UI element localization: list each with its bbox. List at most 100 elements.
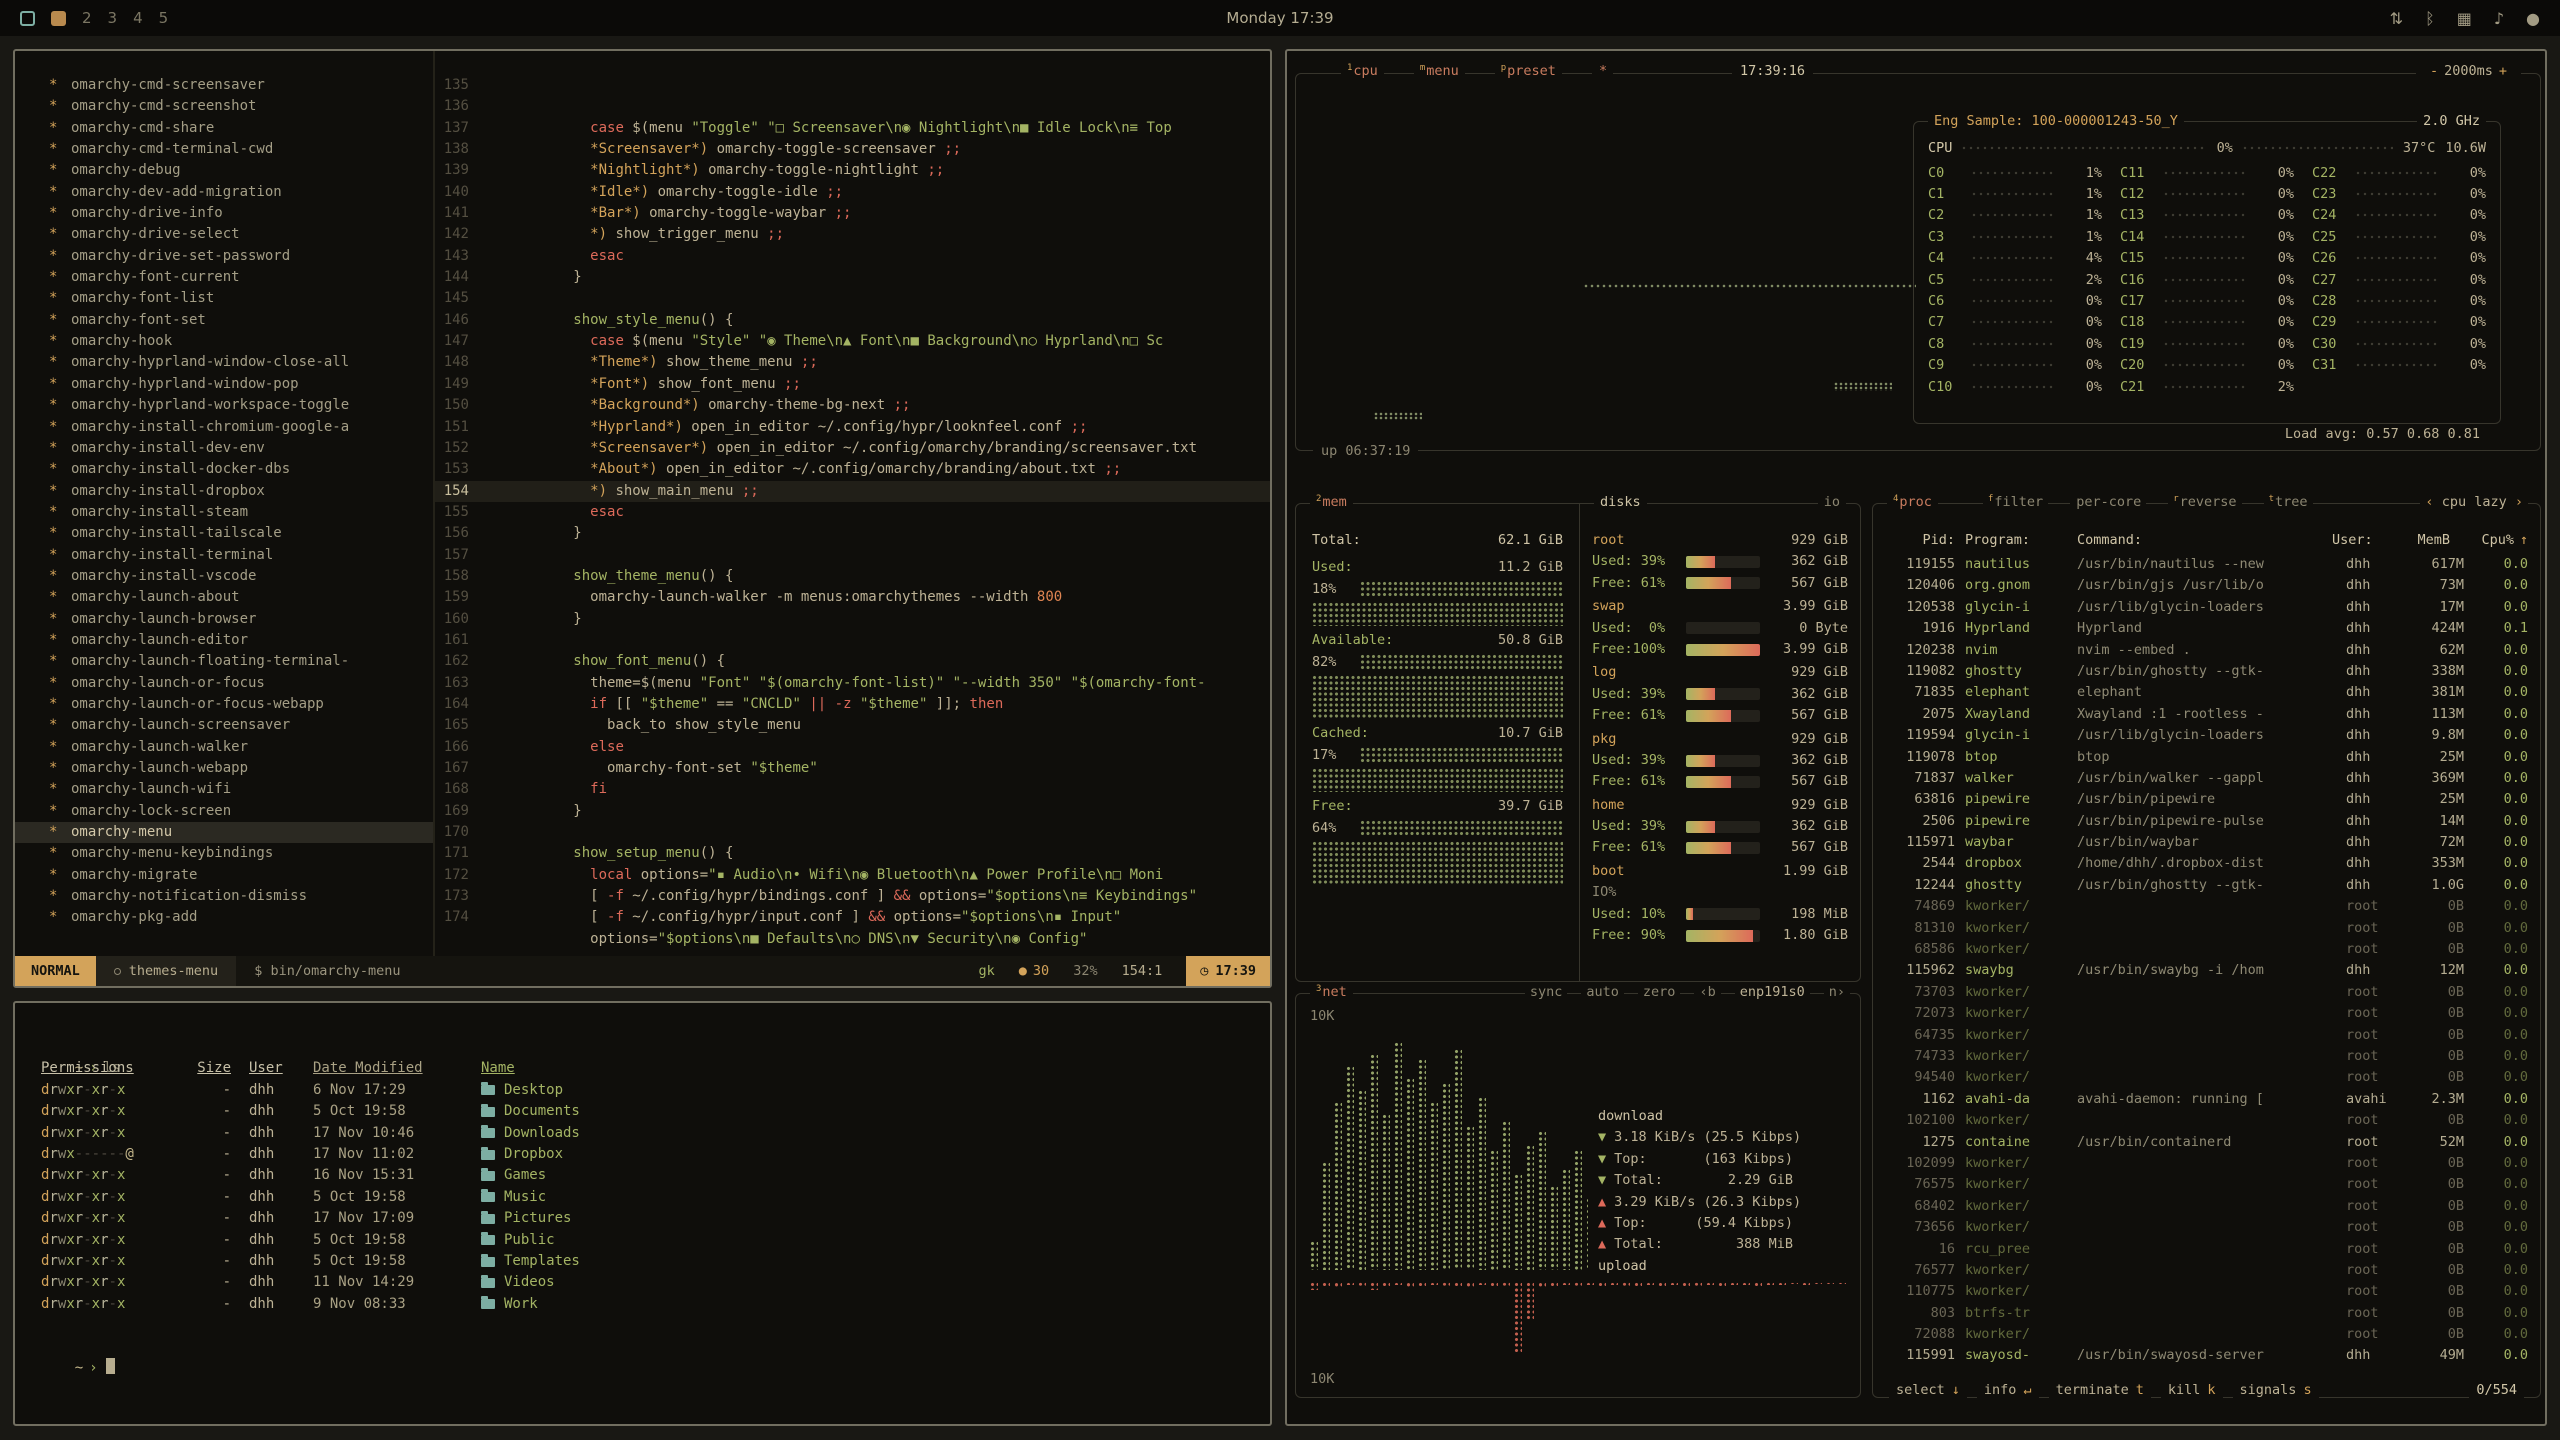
file-item[interactable]: * omarchy-cmd-share (15, 118, 433, 139)
file-item[interactable]: * omarchy-drive-set-password (15, 246, 433, 267)
file-item[interactable]: * omarchy-launch-walker (15, 737, 433, 758)
file-item[interactable]: * omarchy-install-docker-dbs (15, 459, 433, 480)
process-row[interactable]: 76577 kworker/ root 0B 0.0 (1885, 1260, 2528, 1281)
file-item[interactable]: * omarchy-launch-or-focus (15, 673, 433, 694)
btop-tab[interactable]: 1cpu (1341, 63, 1384, 79)
process-row[interactable]: 2544 dropbox /home/dhh/.dropbox-dist dhh… (1885, 853, 2528, 874)
file-item[interactable]: * omarchy-launch-about (15, 587, 433, 608)
net-auto-button[interactable]: auto (1581, 984, 1624, 1000)
process-row[interactable]: 1916 Hyprland Hyprland dhh 424M 0.1 (1885, 618, 2528, 639)
process-box-title[interactable]: 4proc (1887, 494, 1938, 510)
process-row[interactable]: 64735 kworker/ root 0B 0.0 (1885, 1025, 2528, 1046)
file-item[interactable]: * omarchy-cmd-screenshot (15, 96, 433, 117)
file-item[interactable]: * omarchy-install-dropbox (15, 481, 433, 502)
file-item[interactable]: * omarchy-launch-screensaver (15, 715, 433, 736)
io-toggle[interactable]: io (1818, 494, 1846, 510)
process-row[interactable]: 2506 pipewire /usr/bin/pipewire-pulse dh… (1885, 811, 2528, 832)
file-item[interactable]: * omarchy-hyprland-window-pop (15, 374, 433, 395)
memory-box-title[interactable]: 2mem (1310, 494, 1353, 510)
file-item[interactable]: * omarchy-menu-keybindings (15, 843, 433, 864)
process-row[interactable]: 71835 elephant elephant dhh 381M 0.0 (1885, 682, 2528, 703)
active-workspace-icon[interactable] (20, 11, 35, 26)
process-row[interactable]: 119594 glycin-i /usr/lib/glycin-loaders … (1885, 725, 2528, 746)
file-item[interactable]: * omarchy-pkg-add (15, 907, 433, 928)
process-row[interactable]: 119155 nautilus /usr/bin/nautilus --new … (1885, 554, 2528, 575)
proc-action-button[interactable]: signalss (2233, 1382, 2319, 1398)
file-item[interactable]: * omarchy-launch-browser (15, 609, 433, 630)
proc-option-button[interactable]: ffilter (1983, 494, 2048, 510)
process-row[interactable]: 81310 kworker/ root 0B 0.0 (1885, 918, 2528, 939)
file-item[interactable]: * omarchy-install-chromium-google-a (15, 417, 433, 438)
file-item[interactable]: * omarchy-menu (15, 822, 433, 843)
file-item[interactable]: * omarchy-launch-webapp (15, 758, 433, 779)
process-row[interactable]: 72088 kworker/ root 0B 0.0 (1885, 1324, 2528, 1345)
process-row[interactable]: 102100 kworker/ root 0B 0.0 (1885, 1110, 2528, 1131)
btop-tab[interactable]: mmenu (1414, 63, 1465, 79)
prompt-line-2[interactable]: ~› (41, 1336, 1244, 1357)
process-row[interactable]: 68402 kworker/ root 0B 0.0 (1885, 1196, 2528, 1217)
proc-action-button[interactable]: select↓ (1889, 1382, 1967, 1398)
display-icon[interactable]: ▦ (2457, 9, 2472, 28)
workspace-number[interactable]: 4 (133, 9, 143, 27)
power-icon[interactable]: ● (2526, 9, 2540, 28)
proc-action-button[interactable]: killk (2161, 1382, 2223, 1398)
process-row[interactable]: 120238 nvim nvim --embed . dhh 62M 0.0 (1885, 640, 2528, 661)
file-item[interactable]: * omarchy-debug (15, 160, 433, 181)
sort-selector[interactable]: ‹ cpu lazy › (2420, 494, 2528, 510)
process-row[interactable]: 73703 kworker/ root 0B 0.0 (1885, 982, 2528, 1003)
process-row[interactable]: 94540 kworker/ root 0B 0.0 (1885, 1067, 2528, 1088)
net-zero-button[interactable]: zero (1638, 984, 1681, 1000)
process-row[interactable]: 2075 Xwayland Xwayland :1 -rootless - dh… (1885, 704, 2528, 725)
proc-option-button[interactable]: ttree (2264, 494, 2313, 510)
file-item[interactable]: * omarchy-cmd-terminal-cwd (15, 139, 433, 160)
process-row[interactable]: 63816 pipewire /usr/bin/pipewire dhh 25M… (1885, 789, 2528, 810)
process-row[interactable]: 119078 btop btop dhh 25M 0.0 (1885, 747, 2528, 768)
file-item[interactable]: * omarchy-font-set (15, 310, 433, 331)
btop-tab[interactable]: * (1592, 63, 1613, 79)
file-item[interactable]: * omarchy-launch-editor (15, 630, 433, 651)
workspace-number[interactable]: 5 (159, 9, 169, 27)
file-item[interactable]: * omarchy-install-dev-env (15, 438, 433, 459)
net-sync-button[interactable]: sync (1525, 984, 1568, 1000)
file-item[interactable]: * omarchy-font-current (15, 267, 433, 288)
audio-icon[interactable]: ♪ (2494, 9, 2504, 28)
file-item[interactable]: * omarchy-migrate (15, 865, 433, 886)
workspace-1-indicator[interactable] (51, 11, 66, 26)
process-row[interactable]: 102099 kworker/ root 0B 0.0 (1885, 1153, 2528, 1174)
code-editor[interactable]: 135 case $(menu "Toggle" "□ Screensaver\… (435, 51, 1270, 956)
proc-action-button[interactable]: terminatet (2049, 1382, 2151, 1398)
process-row[interactable]: 12244 ghostty /usr/bin/ghostty --gtk- dh… (1885, 875, 2528, 896)
file-item[interactable]: * omarchy-install-terminal (15, 545, 433, 566)
workspace-number[interactable]: 2 (82, 9, 92, 27)
proc-option-button[interactable]: rreverse (2168, 494, 2241, 510)
proc-action-button[interactable]: info↵ (1977, 1382, 2039, 1398)
process-row[interactable]: 72073 kworker/ root 0B 0.0 (1885, 1003, 2528, 1024)
file-item[interactable]: * omarchy-hook (15, 331, 433, 352)
btop-tab[interactable]: ppreset (1495, 63, 1562, 79)
process-row[interactable]: 120406 org.gnom /usr/bin/gjs /usr/lib/o … (1885, 575, 2528, 596)
proc-option-button[interactable]: per-core (2070, 494, 2146, 510)
file-item[interactable]: * omarchy-install-vscode (15, 566, 433, 587)
file-item[interactable]: * omarchy-install-steam (15, 502, 433, 523)
process-row[interactable]: 803 btrfs-tr root 0B 0.0 (1885, 1303, 2528, 1324)
process-row[interactable]: 120538 glycin-i /usr/lib/glycin-loaders … (1885, 597, 2528, 618)
bluetooth-icon[interactable]: ᛒ (2425, 9, 2435, 28)
process-row[interactable]: 74869 kworker/ root 0B 0.0 (1885, 896, 2528, 917)
process-row[interactable]: 115962 swaybg /usr/bin/swaybg -i /hom dh… (1885, 960, 2528, 981)
process-row[interactable]: 119082 ghostty /usr/bin/ghostty --gtk- d… (1885, 661, 2528, 682)
file-item[interactable]: * omarchy-notification-dismiss (15, 886, 433, 907)
network-box-title[interactable]: 3net (1310, 984, 1353, 1000)
file-item[interactable]: * omarchy-install-tailscale (15, 523, 433, 544)
file-item[interactable]: * omarchy-cmd-screensaver (15, 75, 433, 96)
file-item[interactable]: * omarchy-drive-select (15, 224, 433, 245)
process-row[interactable]: 73656 kworker/ root 0B 0.0 (1885, 1217, 2528, 1238)
process-row[interactable]: 1275 containe /usr/bin/containerd root 5… (1885, 1132, 2528, 1153)
file-item[interactable]: * omarchy-drive-info (15, 203, 433, 224)
interval-decrease-button[interactable]: - (2424, 63, 2444, 79)
file-item[interactable]: * omarchy-hyprland-workspace-toggle (15, 395, 433, 416)
file-item[interactable]: * omarchy-launch-wifi (15, 779, 433, 800)
file-item[interactable]: * omarchy-launch-or-focus-webapp (15, 694, 433, 715)
terminal-window[interactable]: ~›ls PermissionsSizeUserDate ModifiedNam… (13, 1001, 1272, 1426)
process-row[interactable]: 71837 walker /usr/bin/walker --gappl dhh… (1885, 768, 2528, 789)
process-row[interactable]: 76575 kworker/ root 0B 0.0 (1885, 1174, 2528, 1195)
